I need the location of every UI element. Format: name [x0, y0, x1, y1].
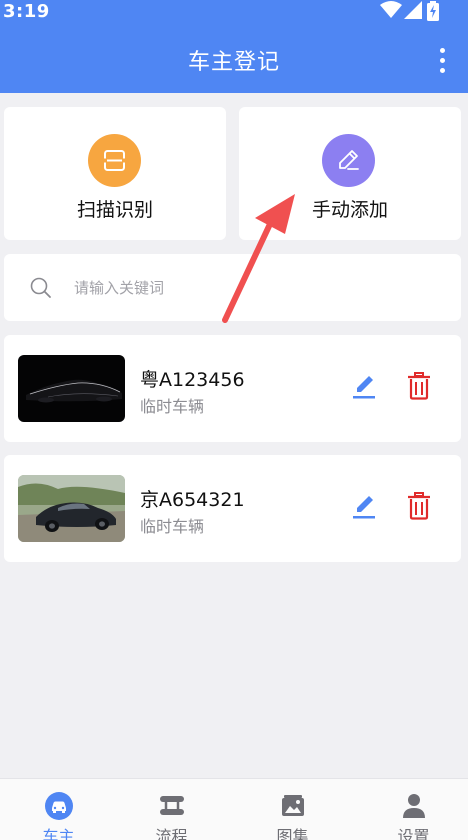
signal-icon	[404, 1, 422, 19]
gallery-icon	[281, 795, 304, 816]
list-item[interactable]: 京A654321 临时车辆	[4, 455, 461, 562]
battery-icon	[427, 1, 439, 21]
delete-button[interactable]	[407, 492, 431, 520]
car-photo	[18, 475, 125, 542]
trash-icon	[408, 372, 430, 400]
bottom-tab-bar: 车主 流程 图集 设置	[0, 778, 468, 840]
manual-add-label: 手动添加	[311, 199, 388, 221]
scan-recognize-button[interactable]: 扫描识别	[4, 107, 226, 240]
page-title: 车主登记	[187, 50, 280, 75]
scan-recognize-label: 扫描识别	[76, 199, 153, 221]
pencil-icon	[322, 134, 375, 187]
vehicle-type: 临时车辆	[140, 517, 205, 536]
status-icons	[380, 1, 440, 21]
tab-settings[interactable]: 设置	[355, 779, 468, 840]
user-icon	[402, 794, 425, 818]
wifi-icon	[380, 1, 402, 18]
edit-button[interactable]	[353, 374, 377, 400]
scan-icon	[88, 134, 141, 187]
plate-number: 京A654321	[140, 489, 245, 511]
pencil-edit-icon	[353, 376, 375, 399]
tab-car-owner[interactable]: 车主	[0, 779, 117, 840]
vehicle-type: 临时车辆	[140, 397, 205, 416]
car-icon	[44, 792, 73, 820]
list-item[interactable]: 粤A123456 临时车辆	[4, 335, 461, 442]
search-bar	[4, 254, 461, 321]
edit-button[interactable]	[353, 494, 377, 520]
trash-icon	[408, 492, 430, 520]
more-menu-button[interactable]	[438, 48, 448, 74]
app-bar: 3:19 车主登记	[0, 0, 468, 93]
tab-label: 图集	[276, 827, 309, 840]
status-time: 3:19	[3, 1, 50, 22]
pencil-edit-icon	[353, 496, 375, 519]
status-bar: 3:19	[0, 0, 468, 24]
search-input[interactable]	[74, 276, 434, 300]
plate-number: 粤A123456	[140, 369, 245, 391]
tab-label: 车主	[42, 827, 75, 840]
delete-button[interactable]	[407, 372, 431, 400]
car-photo	[18, 355, 125, 422]
tab-label: 流程	[155, 827, 188, 840]
flow-icon	[159, 796, 184, 815]
search-icon	[30, 277, 51, 298]
tab-label: 设置	[397, 827, 430, 840]
tab-process[interactable]: 流程	[113, 779, 230, 840]
manual-add-button[interactable]: 手动添加	[239, 107, 461, 240]
tab-gallery[interactable]: 图集	[234, 779, 351, 840]
